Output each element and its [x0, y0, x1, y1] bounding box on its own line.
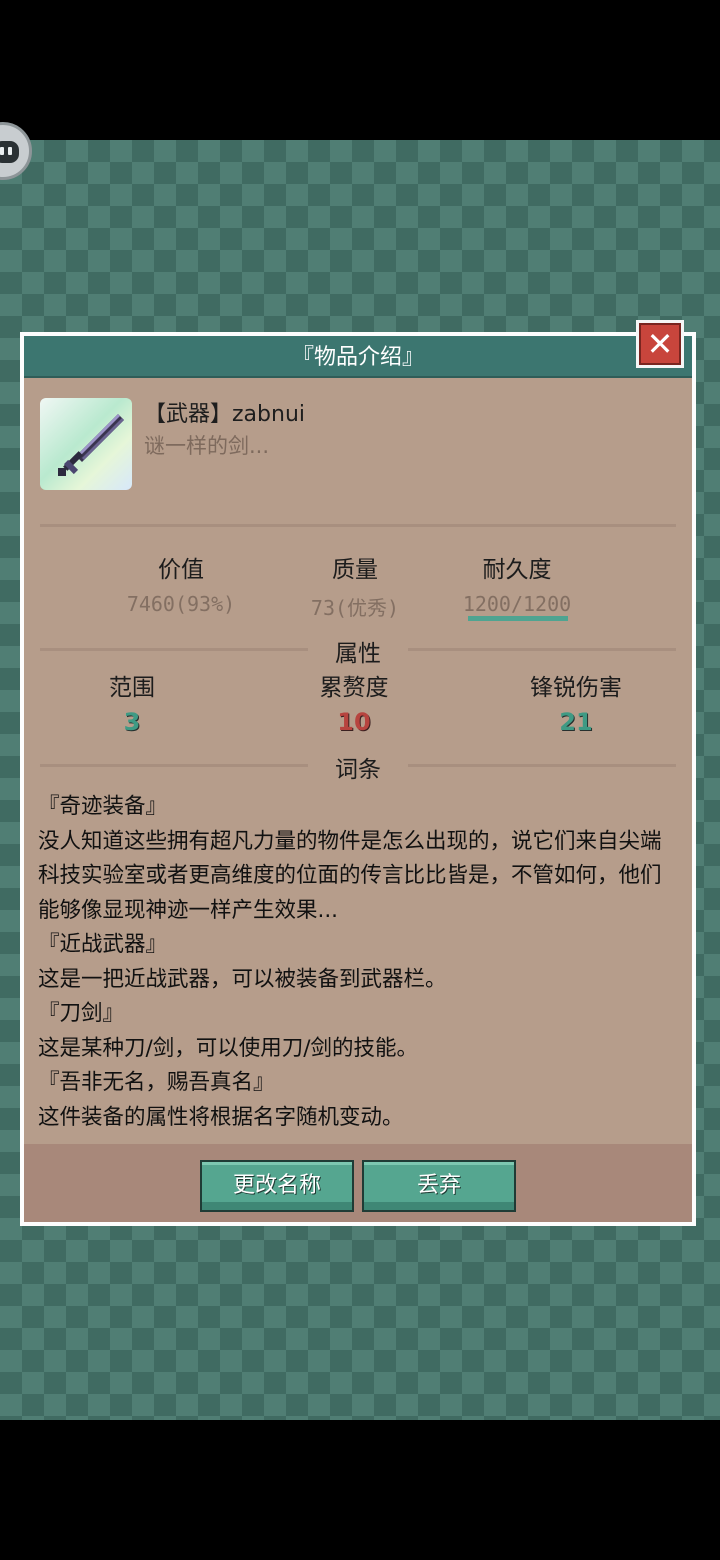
- entry-title: 『奇迹装备』: [38, 794, 168, 819]
- attribute-sharp-damage: 锋锐伤害 21: [476, 668, 676, 736]
- attribute-encumbrance: 累赘度 10: [254, 668, 454, 736]
- stat-value: 价值 7460(93%): [86, 550, 276, 616]
- bottom-black-bar: [0, 1420, 720, 1560]
- robot-face-icon: [0, 141, 19, 163]
- discard-button[interactable]: 丢弃: [362, 1160, 516, 1212]
- close-icon: ✕: [639, 323, 681, 365]
- stat-label: 耐久度: [482, 557, 552, 583]
- dialog-panel: 『物品介绍』 【武器】zabnui 谜一样的剑... 价值 7460(93%) …: [24, 336, 692, 1222]
- entry-body: 这是某种刀/剑，可以使用刀/剑的技能。: [38, 1035, 418, 1061]
- entry-body: 这是一把近战武器，可以被装备到武器栏。: [38, 966, 447, 992]
- entry-body: 没人知道这些拥有超凡力量的物件是怎么出现的，说它们来自尖端科技实验室或者更高维度…: [38, 828, 662, 923]
- sword-icon: [40, 398, 132, 490]
- entry-title: 『刀剑』: [38, 1001, 125, 1026]
- entry-title: 『吾非无名，赐吾真名』: [38, 1070, 275, 1095]
- stat-number: 1200/1200: [462, 592, 572, 616]
- attribute-value: 3: [123, 708, 141, 736]
- stat-label: 价值: [158, 557, 204, 583]
- dialog-title: 『物品介绍』: [24, 336, 692, 378]
- entry-title: 『近战武器』: [38, 932, 168, 957]
- stat-number: 7460(93%): [126, 592, 236, 616]
- item-info-dialog: 『物品介绍』 【武器】zabnui 谜一样的剑... 价值 7460(93%) …: [20, 332, 696, 1226]
- rename-button[interactable]: 更改名称: [200, 1160, 354, 1212]
- divider: [40, 524, 676, 527]
- attribute-label: 累赘度: [319, 675, 389, 701]
- attribute-value: 21: [559, 708, 593, 736]
- attribute-label: 范围: [109, 675, 155, 701]
- entry-body: 这件装备的属性将根据名字随机变动。: [38, 1104, 404, 1130]
- stat-durability: 耐久度 1200/1200: [422, 550, 612, 616]
- attributes-section-title: 属性: [308, 634, 408, 668]
- entries-list: 『奇迹装备』 没人知道这些拥有超凡力量的物件是怎么出现的，说它们来自尖端科技实验…: [38, 790, 678, 1135]
- dialog-footer: 更改名称 丢弃: [24, 1144, 692, 1222]
- item-name: 【武器】zabnui: [144, 402, 305, 427]
- top-black-bar: [0, 0, 720, 140]
- attribute-label: 锋锐伤害: [530, 675, 622, 701]
- attribute-value: 10: [337, 708, 371, 736]
- entries-section-title: 词条: [308, 750, 408, 784]
- item-description: 谜一样的剑...: [144, 434, 270, 458]
- attribute-range: 范围 3: [32, 668, 232, 736]
- durability-bar: [468, 616, 568, 621]
- close-button[interactable]: ✕: [636, 320, 684, 368]
